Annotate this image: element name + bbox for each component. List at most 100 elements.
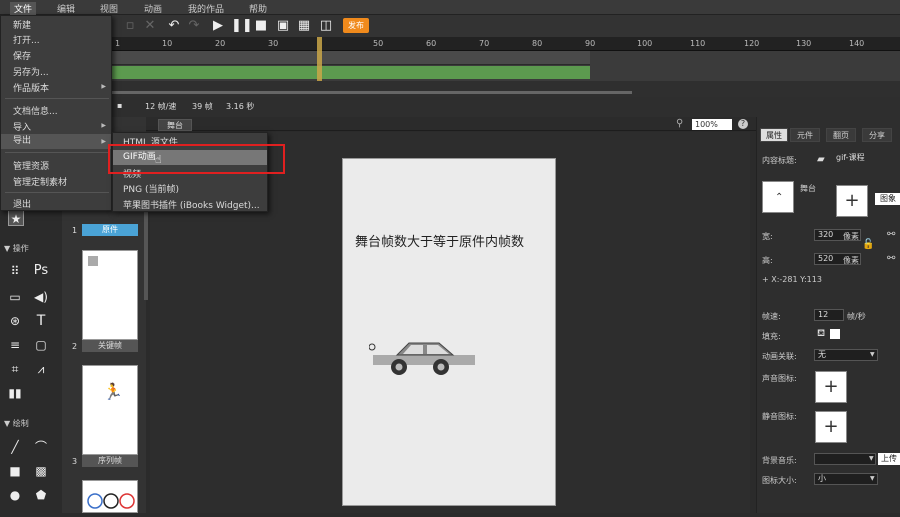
menu-item-manage-custom[interactable]: 管理定制素材 [13,175,67,188]
undo-icon[interactable]: ↶ [166,18,182,34]
submenu-item-png[interactable]: PNG (当前帧) [123,182,179,195]
content-title-value[interactable]: gif-课程 [833,153,900,165]
menu-help[interactable]: 帮助 [249,2,267,15]
upload-button[interactable]: 上传 [878,453,900,465]
paint-bucket-icon[interactable]: ⛾ [817,328,825,341]
menu-item-export[interactable]: 导出 [1,134,111,149]
playhead[interactable] [317,37,322,81]
polygon-icon[interactable]: ⬟ [33,487,49,503]
tab-pages[interactable]: 翻页 [826,128,856,142]
menu-item-open[interactable]: 打开... [13,33,40,46]
timeline-track-2[interactable] [112,66,590,79]
frame-thumbnail[interactable] [82,250,138,340]
fill-color-swatch[interactable] [830,329,840,339]
content-title-label: 内容标题: [762,156,797,165]
frame-label[interactable]: 关键帧 [82,340,138,352]
bg-music-label: 背景音乐: [762,456,797,465]
zoom-select[interactable]: 100% [692,119,732,130]
car-image[interactable] [369,337,479,377]
menu-file[interactable]: 文件 [10,2,37,15]
ruler-tick: 120 [744,39,760,48]
section-draw-label: 绘制 [12,419,29,428]
icon-size-select[interactable]: 小 [814,473,878,485]
stage[interactable]: 舞台帧数大于等于原件内帧数 [342,158,556,506]
lock-icon[interactable]: 🔓 [862,239,874,250]
audio-icon[interactable]: ◀) [33,289,49,305]
preview-icon[interactable]: ▣ [275,18,291,34]
chevron-right-icon: ▶ [101,138,106,145]
frame-label[interactable]: 原件 [82,224,138,236]
properties-panel: 属性 元件 翻页 分享 内容标题: ▰ gif-课程 ⌃ 舞台 + 图象 宽: … [756,117,900,513]
menu-view[interactable]: 视图 [100,2,118,15]
bg-music-select[interactable] [814,453,876,465]
delete-icon[interactable]: ▫ [122,18,138,34]
rounded-rect-icon[interactable]: ▩ [33,463,49,479]
add-sound-icon-button[interactable]: + [815,371,847,403]
bar-icon[interactable]: ▮▮ [7,385,23,401]
framerate-label: 帧速: [762,312,781,321]
section-draw[interactable]: ▼ 绘制 [4,418,29,429]
code-icon[interactable]: ⌗ [7,361,23,377]
redo-icon[interactable]: ↷ [186,18,202,34]
ruler-tick: 10 [162,39,173,48]
image-icon[interactable]: ▭ [7,289,23,305]
timeline-scrollbar[interactable] [112,91,632,94]
menu-item-manage-resources[interactable]: 管理资源 [13,159,49,172]
menu-edit[interactable]: 编辑 [57,2,75,15]
menu-item-new[interactable]: 新建 [13,18,31,31]
star-icon[interactable]: ★ [8,210,24,226]
frame-label[interactable]: 序列帧 [82,455,138,467]
film-icon[interactable]: ⊛ [7,313,23,329]
menu-item-doc-info[interactable]: 文档信息... [13,104,58,117]
tab-properties[interactable]: 属性 [760,128,788,142]
export-icon[interactable]: ◫ [318,18,334,34]
list-icon[interactable]: ≡ [7,337,23,353]
comment-icon[interactable]: ▢ [33,337,49,353]
menu-divider [5,152,109,153]
tab-share[interactable]: 分享 [862,128,892,142]
menu-item-save-as[interactable]: 另存为... [13,65,49,78]
frame-thumbnail[interactable]: 🏃 [82,365,138,455]
help-icon[interactable]: ? [738,119,748,129]
timeline-track-1[interactable] [112,51,590,65]
link-icon[interactable]: ⚯ [887,229,895,240]
stage-text[interactable]: 舞台帧数大于等于原件内帧数 [355,231,524,250]
grid-icon[interactable]: ⠿ [7,263,23,279]
pause-icon[interactable]: ❚❚ [231,18,253,34]
chart-icon[interactable]: ⩘ [33,361,49,377]
section-operate[interactable]: ▼ 操作 [4,243,29,254]
frame-thumbnail[interactable] [82,480,138,513]
text-icon[interactable]: T [33,313,49,329]
menu-item-exit[interactable]: 退出 [13,197,31,210]
menu-item-version[interactable]: 作品版本 [13,81,49,94]
framerate-input[interactable]: 12 [814,309,844,321]
line-icon[interactable]: ╱ [7,439,23,455]
chevron-right-icon: ▶ [101,122,106,129]
play-icon[interactable]: ▶ [210,18,226,34]
menu-my-works[interactable]: 我的作品 [188,2,224,15]
rings-icon [87,493,135,509]
menu-item-save[interactable]: 保存 [13,49,31,62]
image-button[interactable]: 图象 [875,193,900,205]
timeline-ruler[interactable]: 1 10 20 30 40 50 60 70 80 90 100 110 120… [112,37,900,51]
add-mute-icon-button[interactable]: + [815,411,847,443]
menu-item-import[interactable]: 导入 [13,120,31,133]
anim-link-select[interactable]: 无 [814,349,878,361]
qrcode-icon[interactable]: ▦ [296,18,312,34]
stop-icon[interactable]: ■ [253,18,269,34]
publish-button[interactable]: 发布 [343,18,369,33]
search-icon[interactable]: ⚲ [676,118,683,129]
submenu-item-ibooks[interactable]: 苹果图书插件 (iBooks Widget)... [123,198,260,211]
curve-icon[interactable]: ⌒ [33,439,49,455]
link-icon[interactable]: ⚯ [887,253,895,264]
rectangle-icon[interactable]: ■ [7,463,23,479]
menu-animation[interactable]: 动画 [144,2,162,15]
timeline-tracks[interactable] [112,51,900,81]
stage-thumbnail[interactable]: ⌃ [762,181,794,213]
circle-icon[interactable]: ● [7,487,23,503]
tab-components[interactable]: 元件 [790,128,820,142]
close-icon[interactable]: ✕ [142,18,158,34]
tab-stage[interactable]: 舞台 [158,119,192,131]
ps-icon[interactable]: Ps [33,263,49,279]
add-image-button[interactable]: + [836,185,868,217]
